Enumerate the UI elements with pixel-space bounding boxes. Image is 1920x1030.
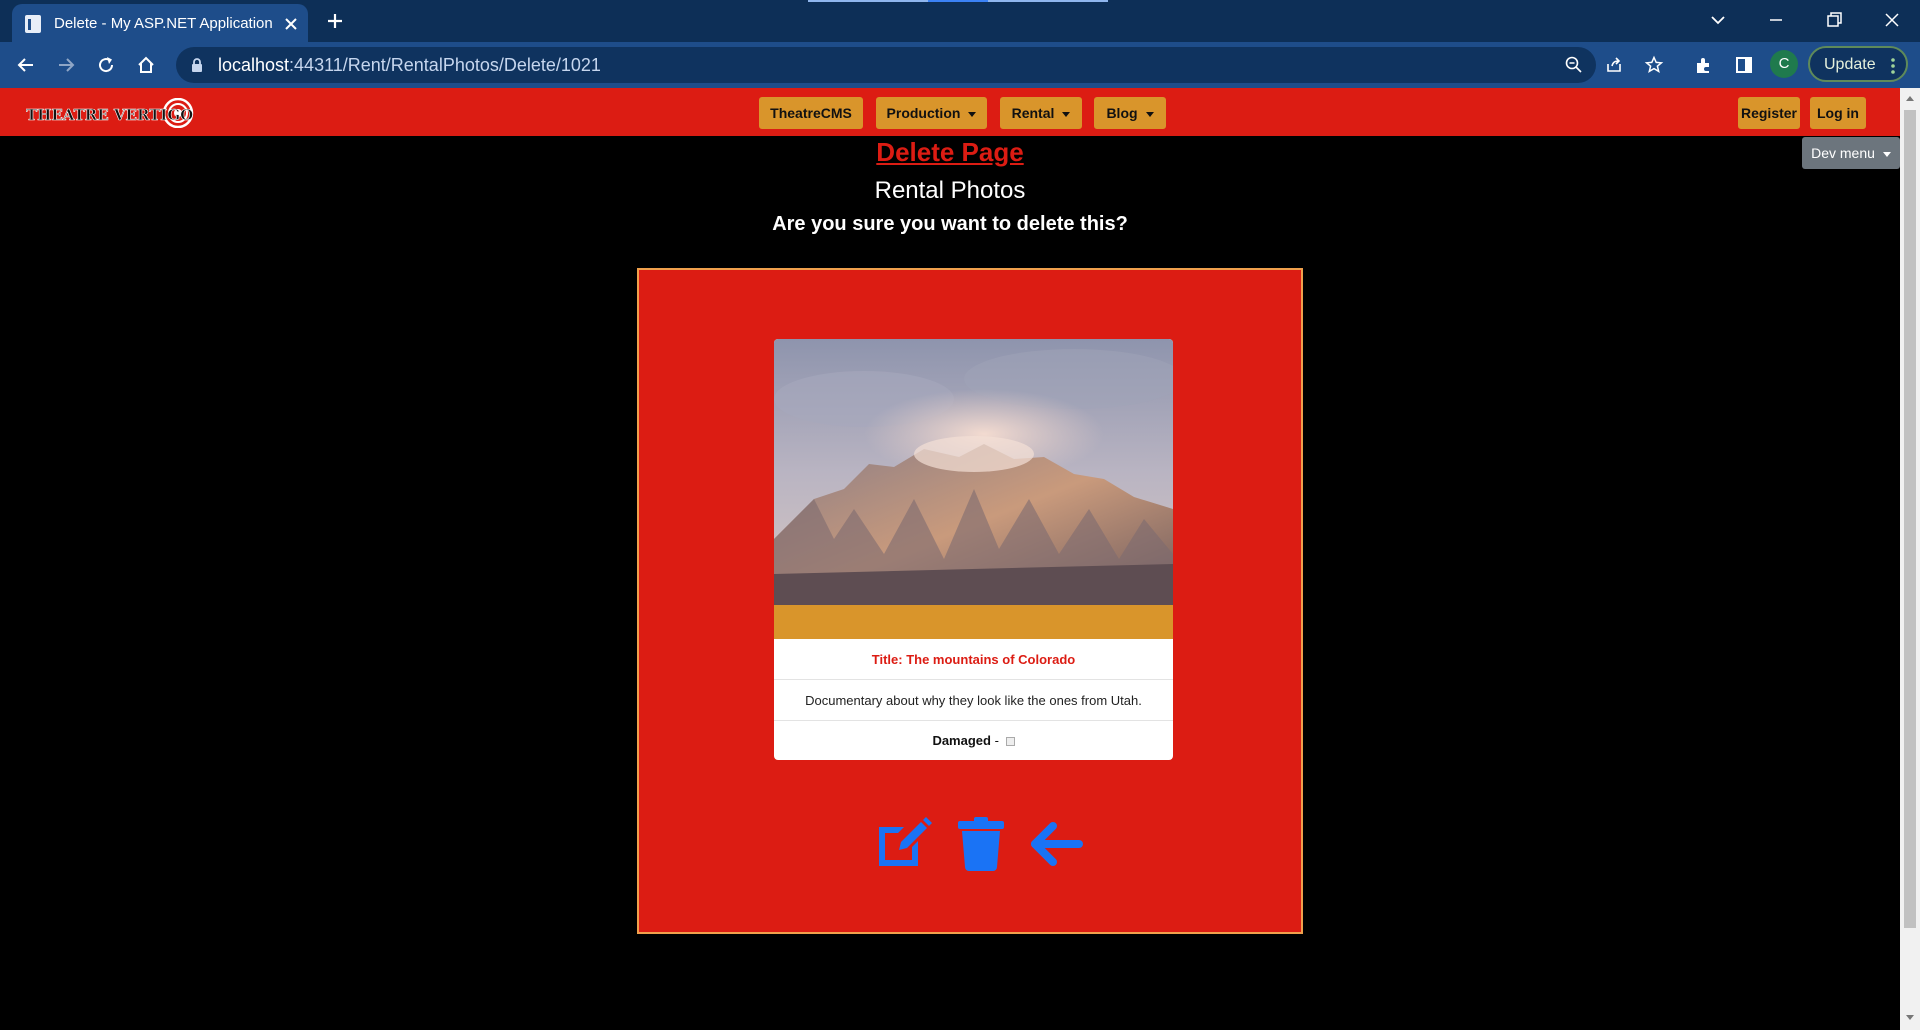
- nav-theatrecms-label: TheatreCMS: [770, 105, 852, 121]
- nav-production-label: Production: [886, 105, 961, 121]
- scroll-up-icon[interactable]: [1905, 94, 1915, 102]
- page-subtitle: Rental Photos: [874, 177, 1026, 204]
- mountain-photo: [774, 339, 1173, 605]
- tab-strip-highlight: [808, 0, 928, 2]
- caret-down-icon: [968, 111, 977, 117]
- restore-icon[interactable]: [1824, 10, 1844, 30]
- rental-photo-card: Title: The mountains of Colorado Documen…: [774, 339, 1173, 760]
- nav-production-dropdown[interactable]: Production: [876, 97, 987, 129]
- lock-icon[interactable]: [190, 57, 204, 73]
- tab-title: Delete - My ASP.NET Application: [54, 15, 273, 32]
- delete-panel: Title: The mountains of Colorado Documen…: [637, 268, 1303, 934]
- extensions-icon[interactable]: [1694, 55, 1714, 75]
- caret-down-icon: [1145, 111, 1154, 117]
- card-title: Title: The mountains of Colorado: [774, 639, 1173, 680]
- star-icon[interactable]: [1644, 55, 1664, 75]
- nav-blog-label: Blog: [1106, 105, 1138, 121]
- share-icon[interactable]: [1604, 55, 1624, 75]
- nav-blog-dropdown[interactable]: Blog: [1094, 97, 1166, 129]
- arrow-left-icon[interactable]: [1029, 817, 1087, 871]
- page-title: Delete Page: [876, 137, 1024, 167]
- url-path: :44311/Rent/RentalPhotos/Delete/1021: [289, 55, 601, 75]
- trash-icon[interactable]: [952, 817, 1010, 871]
- nav-rental-label: Rental: [1011, 105, 1055, 121]
- home-icon[interactable]: [136, 55, 156, 75]
- update-label: Update: [1824, 56, 1876, 73]
- forward-icon[interactable]: [56, 55, 76, 75]
- more-vert-icon: [1891, 58, 1895, 74]
- login-button[interactable]: Log in: [1810, 97, 1866, 129]
- close-icon[interactable]: [282, 15, 300, 33]
- card-accent-strip: [774, 605, 1173, 639]
- side-panel-icon[interactable]: [1734, 55, 1754, 75]
- svg-text:THEATRE VERTIGO: THEATRE VERTIGO: [26, 106, 193, 124]
- theatre-vertigo-logo[interactable]: THEATRE VERTIGO: [26, 98, 196, 128]
- document-icon: [25, 15, 41, 33]
- minimize-icon[interactable]: [1766, 10, 1786, 30]
- scrollbar-thumb[interactable]: [1904, 110, 1916, 928]
- damaged-checkbox: [1005, 737, 1015, 747]
- caret-down-icon: [1062, 111, 1071, 117]
- delete-confirm-text: Are you sure you want to delete this?: [772, 213, 1128, 235]
- register-button[interactable]: Register: [1738, 97, 1800, 129]
- reload-icon[interactable]: [96, 55, 116, 75]
- edit-icon[interactable]: [874, 817, 932, 871]
- tab-search-icon[interactable]: [1708, 10, 1728, 30]
- browser-tab-active[interactable]: Delete - My ASP.NET Application: [12, 4, 308, 42]
- new-tab-icon[interactable]: [325, 11, 345, 31]
- profile-avatar[interactable]: C: [1770, 50, 1798, 78]
- update-button[interactable]: Update: [1808, 46, 1908, 82]
- page-scrollbar[interactable]: [1900, 88, 1920, 1030]
- tab-strip-highlight-active: [928, 0, 988, 2]
- nav-theatrecms[interactable]: TheatreCMS: [759, 97, 863, 129]
- close-window-icon[interactable]: [1882, 10, 1902, 30]
- url-host: localhost: [218, 55, 290, 75]
- url-text[interactable]: localhost:44311/Rent/RentalPhotos/Delete…: [218, 55, 601, 75]
- back-icon[interactable]: [16, 55, 36, 75]
- nav-rental-dropdown[interactable]: Rental: [1000, 97, 1082, 129]
- card-description: Documentary about why they look like the…: [774, 680, 1173, 721]
- site-navbar: THEATRE VERTIGO TheatreCMS Production Re…: [0, 88, 1900, 136]
- card-damaged-row: Damaged -: [774, 721, 1173, 760]
- scroll-down-icon[interactable]: [1905, 1014, 1915, 1022]
- damaged-label: Damaged: [932, 733, 991, 748]
- damaged-separator: -: [994, 733, 999, 748]
- browser-tab-strip: Delete - My ASP.NET Application: [0, 0, 1920, 42]
- tab-strip-highlight-2: [988, 0, 1108, 2]
- zoom-icon[interactable]: [1564, 55, 1584, 75]
- browser-toolbar: localhost:44311/Rent/RentalPhotos/Delete…: [0, 42, 1920, 88]
- address-bar[interactable]: localhost:44311/Rent/RentalPhotos/Delete…: [176, 47, 1664, 83]
